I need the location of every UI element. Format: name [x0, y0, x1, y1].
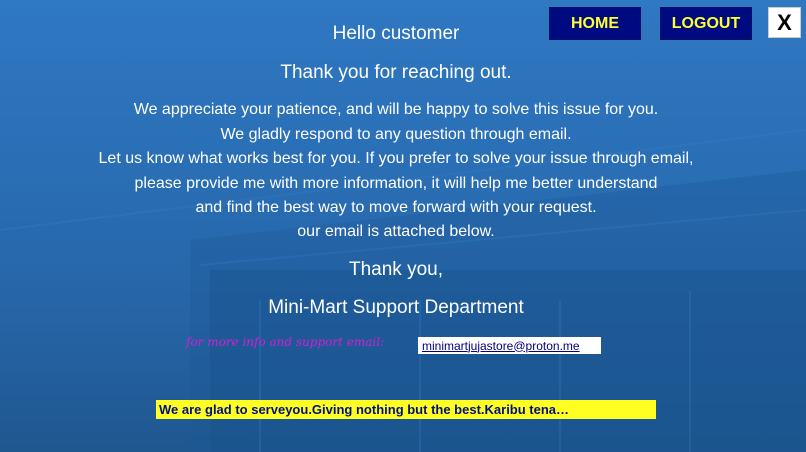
- support-email-link[interactable]: minimartjujastore@proton.me: [418, 337, 601, 354]
- message-line: please provide me with more information,…: [134, 175, 658, 192]
- message-line: We appreciate your patience, and will be…: [133, 101, 659, 118]
- signature-text: Mini-Mart Support Department: [268, 297, 524, 318]
- marquee-banner: We are glad to serveyou.Giving nothing b…: [156, 400, 656, 419]
- message-line: We gladly respond to any question throug…: [220, 126, 572, 143]
- greeting-text: Hello customer: [332, 23, 460, 44]
- message-line: Let us know what works best for you. If …: [98, 150, 694, 167]
- support-email-label: for more info and support email:: [186, 335, 385, 349]
- thanks-text: Thank you for reaching out.: [280, 62, 512, 83]
- message-line: and find the best way to move forward wi…: [195, 199, 597, 216]
- message-line: our email is attached below.: [297, 223, 495, 240]
- closing-text: Thank you,: [349, 259, 443, 280]
